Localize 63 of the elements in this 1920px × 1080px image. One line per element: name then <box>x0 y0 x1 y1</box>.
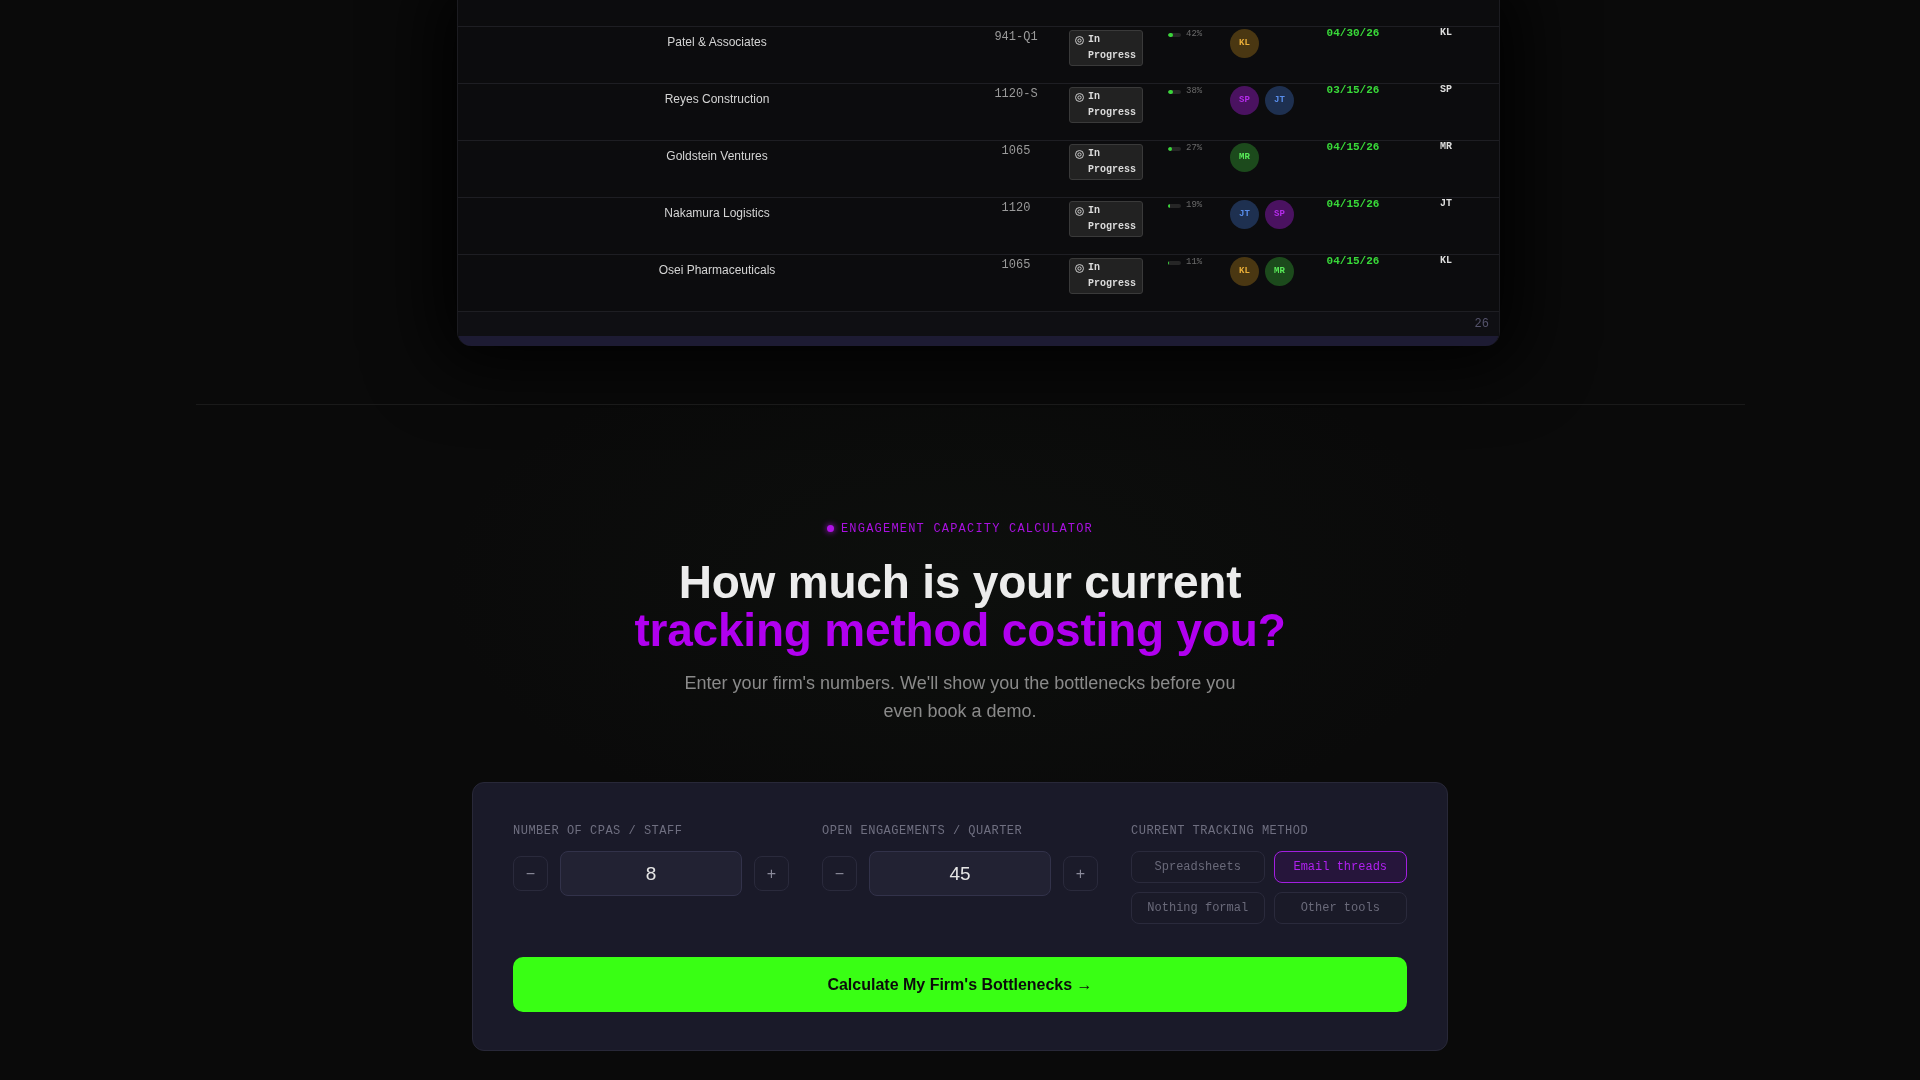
engagement-code: 1120-S <box>994 87 1038 101</box>
decrement-button[interactable]: − <box>822 856 857 891</box>
option-button[interactable]: Email threads <box>1273 851 1407 883</box>
owner-initials: JT <box>1440 198 1452 209</box>
engagement-code: 941-Q1 <box>994 30 1038 44</box>
option-button[interactable]: Other tools <box>1273 892 1407 924</box>
avatar: SP <box>1265 200 1294 229</box>
client-name: Nakamura Logistics <box>664 206 770 220</box>
due-date: 04/30/26 <box>1326 27 1380 39</box>
progress-percent: 38% <box>1186 85 1203 98</box>
target-icon <box>1075 36 1084 45</box>
client-name: Patel & Associates <box>667 35 767 49</box>
subtitle: Enter your firm's numbers. We'll show you the bottlenecks before you even book a demo. <box>683 672 1237 723</box>
avatar: JT <box>1230 200 1259 229</box>
progress-percent: 11% <box>1186 256 1203 269</box>
target-icon <box>1075 264 1084 273</box>
field-label: CURRENT TRACKING METHOD <box>1131 823 1310 839</box>
status-label: In Progress <box>1088 261 1137 291</box>
progress-percent: 27% <box>1186 142 1203 155</box>
avatar: SP <box>1230 86 1259 115</box>
status-label: In Progress <box>1088 33 1137 63</box>
field-label: OPEN ENGAGEMENTS / QUARTER <box>822 823 1024 839</box>
owner-initials: KL <box>1440 27 1452 38</box>
due-date: 04/15/26 <box>1326 198 1380 210</box>
increment-button[interactable]: + <box>1063 856 1098 891</box>
status-label: In Progress <box>1088 90 1137 120</box>
due-date: 04/15/26 <box>1326 141 1380 153</box>
progress-percent: 19% <box>1186 199 1203 212</box>
footer-text: 26 <box>1474 316 1489 333</box>
owner-initials: SP <box>1440 84 1452 95</box>
due-date: 03/15/26 <box>1326 84 1380 96</box>
avatar: MR <box>1230 143 1259 172</box>
avatar: KL <box>1230 29 1259 58</box>
option-button[interactable]: Spreadsheets <box>1131 851 1265 883</box>
option-button[interactable]: Nothing formal <box>1131 892 1265 924</box>
status-label: In Progress <box>1088 147 1137 177</box>
field-label: NUMBER OF CPAS / STAFF <box>513 823 684 839</box>
client-name: Goldstein Ventures <box>666 149 768 163</box>
number-input[interactable]: 45 <box>869 851 1051 896</box>
engagement-code: 1120 <box>1001 201 1031 215</box>
heading-text: How much is your current <box>677 558 1243 606</box>
owner-initials: MR <box>1440 141 1452 152</box>
client-name: Reyes Construction <box>664 92 770 106</box>
increment-button[interactable]: + <box>754 856 789 891</box>
avatar: MR <box>1265 257 1294 286</box>
calculate-button[interactable]: Calculate My Firm's Bottlenecks → <box>513 957 1407 1012</box>
eyebrow-label: ENGAGEMENT CAPACITY CALCULATOR <box>840 520 1093 537</box>
due-date: 04/15/26 <box>1326 255 1380 267</box>
owner-initials: KL <box>1440 255 1452 266</box>
target-icon <box>1075 150 1084 159</box>
dot-icon <box>826 525 834 532</box>
engagement-code: 1065 <box>1001 258 1031 272</box>
scrollbar[interactable] <box>458 336 1499 346</box>
avatar: KL <box>1230 257 1259 286</box>
client-name: Osei Pharmaceuticals <box>658 263 776 277</box>
avatar: JT <box>1265 86 1294 115</box>
engagement-code: 1065 <box>1001 144 1031 158</box>
target-icon <box>1075 93 1084 102</box>
progress-percent: 42% <box>1186 28 1203 41</box>
target-icon <box>1075 207 1084 216</box>
status-label: In Progress <box>1088 204 1137 234</box>
decrement-button[interactable]: − <box>513 856 548 891</box>
number-input[interactable]: 8 <box>560 851 742 896</box>
